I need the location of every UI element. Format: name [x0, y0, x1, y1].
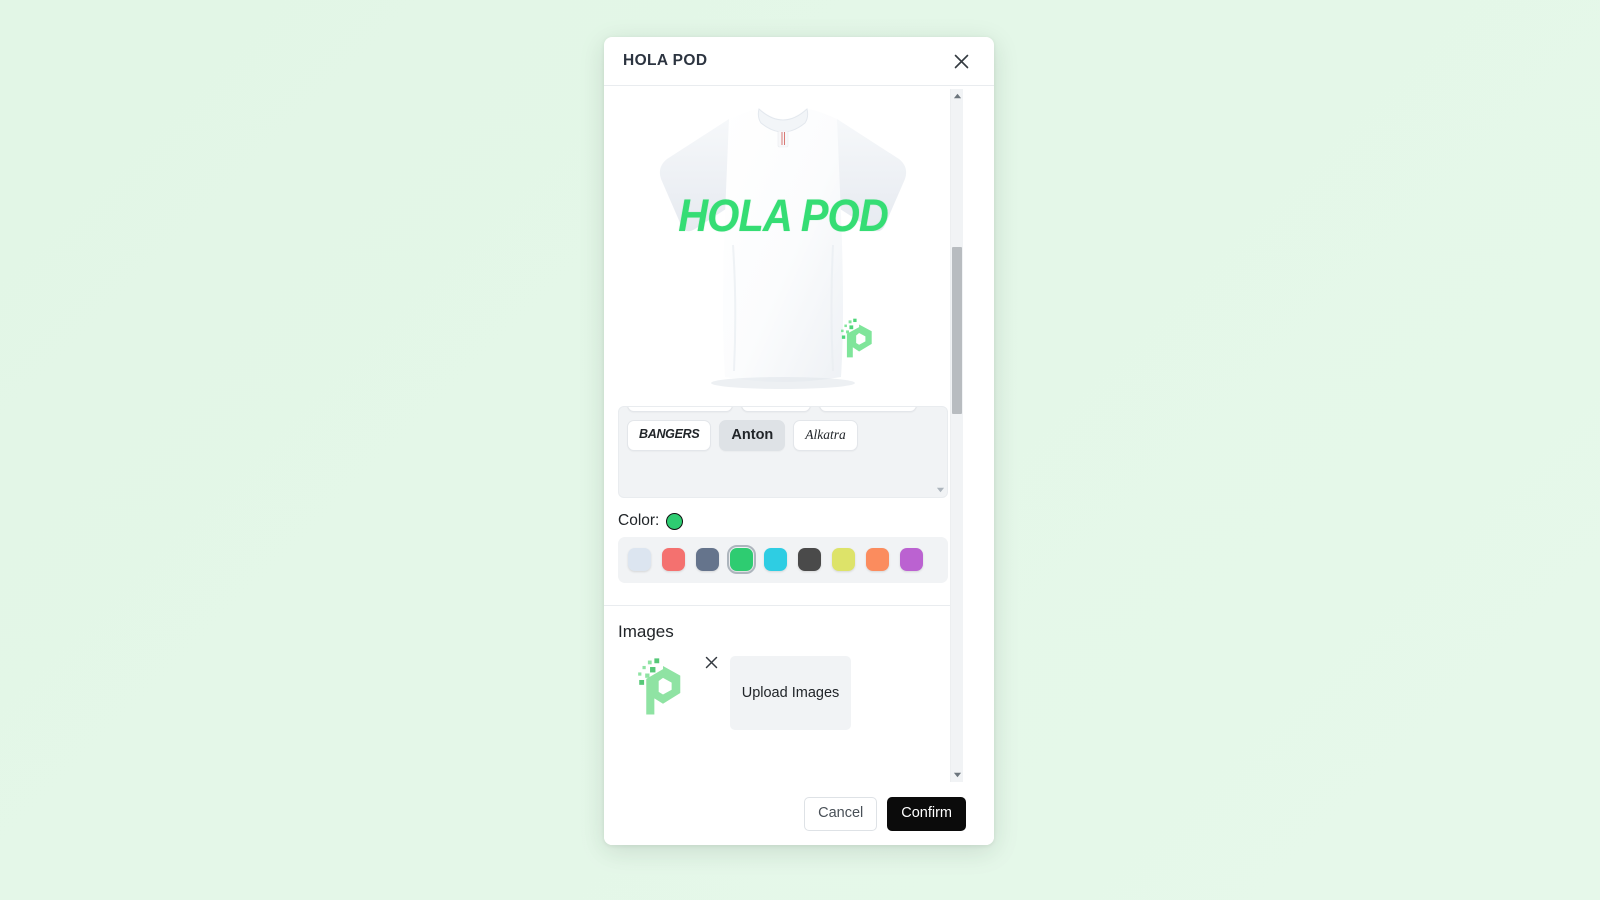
- font-chip-alkatra[interactable]: Alkatra: [793, 420, 858, 452]
- modal-body-content: HOLA POD BANGERS Anton Alkatra Color: Im…: [604, 86, 962, 750]
- modal-title: HOLA POD: [623, 52, 708, 69]
- tshirt-shape-icon: [659, 108, 907, 389]
- color-swatch-slate[interactable]: [696, 548, 719, 571]
- upload-images-button[interactable]: Upload Images: [730, 656, 851, 730]
- product-preview: HOLA POD: [604, 86, 962, 404]
- color-swatch-green[interactable]: [727, 545, 756, 574]
- close-glyph: [705, 656, 717, 668]
- pod-logo-icon[interactable]: [636, 656, 690, 718]
- font-chip-fasthand[interactable]: Fasthand: [740, 407, 811, 413]
- product-customizer-modal: HOLA POD HOLA POD BANGERS Anton Alkatra …: [604, 37, 994, 845]
- pod-logo-print-icon: [841, 318, 872, 358]
- color-swatch-purple[interactable]: [900, 548, 923, 571]
- font-list-items: Fira Sans:ital Fasthand Changa One BANGE…: [619, 407, 929, 459]
- modal-header: HOLA POD: [604, 37, 994, 86]
- tshirt-mockup: HOLA POD: [633, 95, 933, 395]
- remove-image-icon[interactable]: [702, 653, 720, 671]
- images-section-title: Images: [618, 622, 674, 641]
- color-swatch-darkgray[interactable]: [798, 548, 821, 571]
- style-options-section: Fira Sans:ital Fasthand Changa One BANGE…: [604, 404, 962, 597]
- color-swatch-red[interactable]: [662, 548, 685, 571]
- close-icon[interactable]: [948, 48, 974, 74]
- modal-body: HOLA POD BANGERS Anton Alkatra Color: Im…: [604, 86, 994, 783]
- color-label-row: Color:: [618, 512, 948, 530]
- font-chip-changa-one[interactable]: Changa One: [818, 407, 918, 413]
- scrollbar-thumb[interactable]: [952, 247, 962, 414]
- font-chip-anton[interactable]: Anton: [719, 420, 786, 452]
- image-thumbnail-item: [636, 656, 717, 718]
- color-swatch-cyan[interactable]: [764, 548, 787, 571]
- color-swatch-lightblue[interactable]: [628, 548, 651, 571]
- close-glyph: [954, 54, 968, 68]
- color-swatch-orange[interactable]: [866, 548, 889, 571]
- font-chip-fira-sans-ital[interactable]: Fira Sans:ital: [627, 407, 733, 413]
- images-section: Images Upload Images: [604, 606, 962, 750]
- color-swatches: [618, 537, 948, 583]
- color-swatch-yellow[interactable]: [832, 548, 855, 571]
- tshirt-print-text: HOLA POD: [678, 190, 889, 241]
- cancel-button[interactable]: Cancel: [804, 797, 878, 831]
- font-chip-bangers[interactable]: BANGERS: [627, 420, 712, 452]
- images-row: Upload Images: [618, 656, 948, 730]
- font-list-scrollbar[interactable]: [935, 408, 946, 496]
- scroll-down-arrow-icon[interactable]: [936, 485, 945, 494]
- current-color-indicator: [666, 512, 684, 530]
- modal-footer: Cancel Confirm: [604, 783, 994, 845]
- scroll-up-arrow-icon[interactable]: [953, 92, 962, 101]
- modal-body-scrollbar[interactable]: [950, 89, 963, 782]
- confirm-button[interactable]: Confirm: [887, 797, 966, 831]
- color-label: Color:: [618, 512, 660, 529]
- scroll-down-arrow-icon[interactable]: [953, 770, 962, 779]
- font-list[interactable]: Fira Sans:ital Fasthand Changa One BANGE…: [618, 406, 948, 498]
